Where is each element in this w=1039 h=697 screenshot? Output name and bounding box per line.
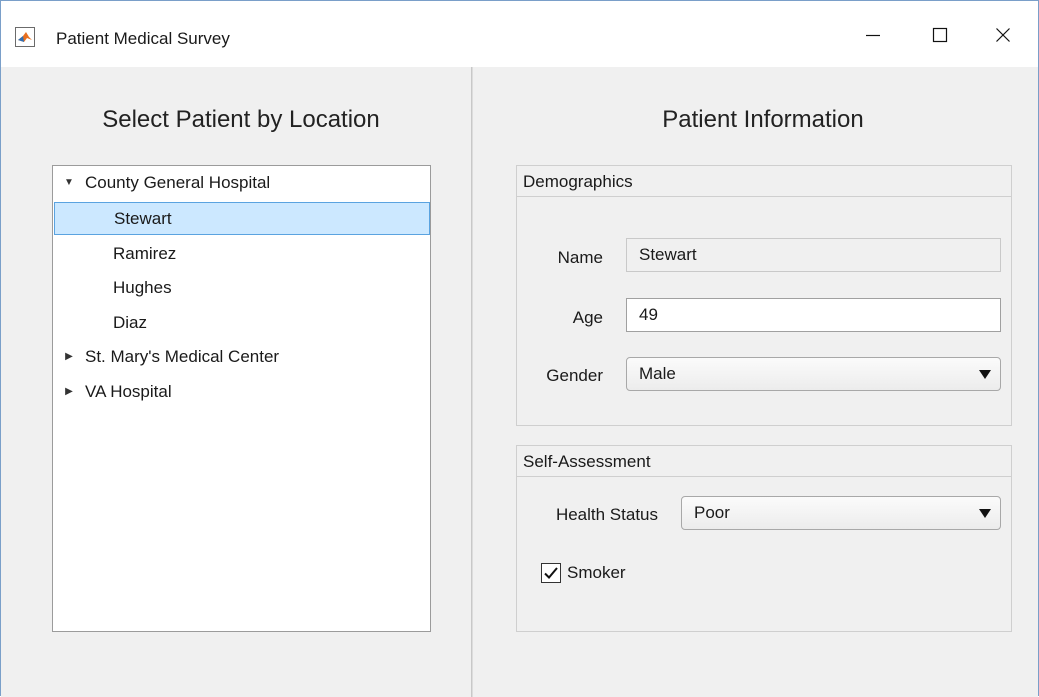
tree-node-va-hospital[interactable]: ▶ VA Hospital xyxy=(61,375,421,408)
smoker-label[interactable]: Smoker xyxy=(567,563,626,583)
health-status-value: Poor xyxy=(694,503,730,522)
close-button[interactable] xyxy=(976,15,1030,59)
gender-label: Gender xyxy=(546,366,603,385)
matlab-icon xyxy=(15,27,35,47)
age-label: Age xyxy=(572,308,603,327)
title-bar[interactable]: Patient Medical Survey xyxy=(1,1,1038,67)
minimize-icon xyxy=(865,27,881,48)
window-title: Patient Medical Survey xyxy=(56,29,230,48)
triangle-down-icon[interactable]: ▼ xyxy=(61,177,77,188)
tree-node-label: Ramirez xyxy=(113,243,177,263)
tree-node-label: Stewart xyxy=(114,208,172,228)
patient-tree[interactable]: ▼ County General Hospital Stewart Ramire… xyxy=(52,165,431,632)
tree-node-label: Hughes xyxy=(113,277,172,297)
maximize-icon xyxy=(932,27,948,48)
tree-node-label: Diaz xyxy=(113,312,148,332)
name-label: Name xyxy=(557,248,603,267)
demographics-panel: Demographics Name Stewart Age 49 Gender … xyxy=(516,165,1012,426)
age-field[interactable]: 49 xyxy=(626,298,1001,332)
triangle-right-icon[interactable]: ▶ xyxy=(61,386,77,397)
health-status-label: Health Status xyxy=(555,505,658,524)
minimize-button[interactable] xyxy=(846,15,900,59)
name-field[interactable]: Stewart xyxy=(626,238,1001,272)
self-assessment-panel: Self-Assessment Health Status Poor Smoke… xyxy=(516,445,1012,632)
gender-value: Male xyxy=(639,364,676,383)
tree-node-hughes[interactable]: Hughes xyxy=(113,271,413,304)
tree-node-label: VA Hospital xyxy=(85,381,172,401)
tree-node-diaz[interactable]: Diaz xyxy=(113,306,413,339)
gender-dropdown[interactable]: Male xyxy=(626,357,1001,391)
triangle-right-icon[interactable]: ▶ xyxy=(61,351,77,362)
maximize-button[interactable] xyxy=(913,15,967,59)
tree-node-stewart[interactable]: Stewart xyxy=(54,202,430,235)
close-icon xyxy=(995,27,1011,48)
tree-node-county-general[interactable]: ▼ County General Hospital xyxy=(61,166,421,199)
app-window: Patient Medical Survey Select Patient by… xyxy=(0,0,1039,697)
left-panel-title: Select Patient by Location xyxy=(102,106,380,133)
tree-node-st-marys[interactable]: ▶ St. Mary's Medical Center xyxy=(61,340,421,373)
self-assessment-header: Self-Assessment xyxy=(517,446,1011,477)
chevron-down-icon xyxy=(979,509,991,518)
tree-node-label: St. Mary's Medical Center xyxy=(85,346,280,366)
checkmark-icon xyxy=(542,567,560,586)
smoker-checkbox[interactable] xyxy=(541,563,561,583)
chevron-down-icon xyxy=(979,370,991,379)
right-panel-title: Patient Information xyxy=(662,106,864,133)
tree-node-ramirez[interactable]: Ramirez xyxy=(113,237,413,270)
demographics-header: Demographics xyxy=(517,166,1011,197)
health-status-dropdown[interactable]: Poor xyxy=(681,496,1001,530)
tree-node-label: County General Hospital xyxy=(85,172,271,192)
